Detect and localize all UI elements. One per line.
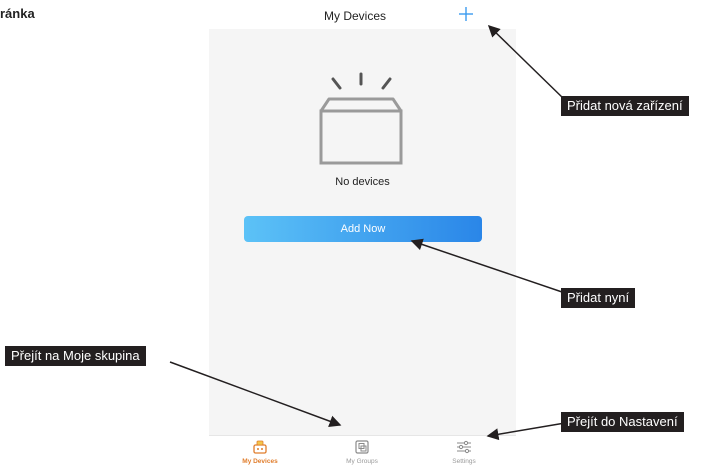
device-list-screen: No devices Add Now bbox=[209, 29, 516, 435]
tab-my-devices[interactable]: My Devices bbox=[209, 436, 311, 467]
sliders-icon bbox=[457, 440, 471, 454]
tab-label: Settings bbox=[452, 458, 476, 465]
tab-my-groups[interactable]: My Groups bbox=[311, 436, 413, 467]
empty-state-text: No devices bbox=[335, 176, 390, 188]
groups-icon bbox=[355, 440, 369, 454]
tab-settings[interactable]: Settings bbox=[413, 436, 515, 467]
page-title: My Devices bbox=[323, 9, 386, 23]
add-now-button[interactable]: Add Now bbox=[244, 216, 482, 242]
callout-add-now: Přidat nyní bbox=[561, 288, 636, 308]
callout-go-to-settings: Přejít do Nastavení bbox=[561, 412, 684, 432]
page-heading: ránka bbox=[0, 6, 35, 21]
tab-label: My Devices bbox=[242, 458, 278, 465]
tab-label: My Groups bbox=[346, 458, 378, 465]
empty-box-icon bbox=[319, 72, 403, 165]
callout-add-new-devices: Přidat nová zařízení bbox=[561, 96, 689, 116]
page: ránka My Devices No devices Add Now My D… bbox=[0, 0, 711, 467]
callout-go-to-groups: Přejít na Moje skupina bbox=[5, 346, 146, 366]
bottom-tab-bar: My Devices My Groups Settings bbox=[209, 435, 516, 467]
add-icon[interactable] bbox=[457, 5, 475, 23]
router-icon bbox=[253, 440, 267, 454]
